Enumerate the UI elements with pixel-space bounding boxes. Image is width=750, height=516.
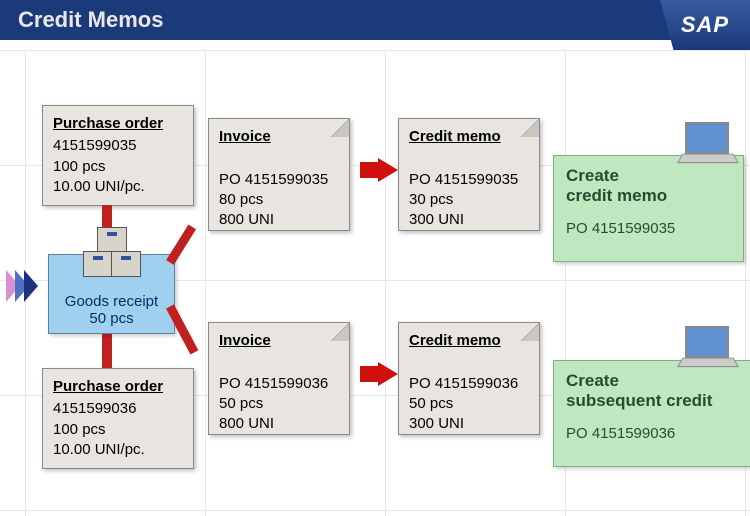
sap-logo: SAP (660, 0, 750, 50)
inv1-amount: 800 UNI (219, 211, 274, 228)
po1-qty: 100 pcs (53, 158, 106, 175)
cm1-amount: 300 UNI (409, 211, 464, 228)
po1-title: Purchase order (53, 114, 183, 134)
action2-line1: Create (566, 371, 741, 391)
inv1-po: PO 4151599035 (219, 171, 328, 188)
header-bar: Credit Memos SAP (0, 0, 750, 40)
cm2-po: PO 4151599036 (409, 375, 518, 392)
invoice-1-box: Invoice PO 4151599035 80 pcs 800 UNI (208, 118, 350, 231)
inv1-qty: 80 pcs (219, 191, 263, 208)
action2-po: PO 4151599036 (566, 425, 741, 442)
arrow-inv1-to-cm1 (378, 158, 398, 182)
page-title: Credit Memos (18, 7, 163, 33)
cm1-qty: 30 pcs (409, 191, 453, 208)
po1-number: 4151599035 (53, 137, 136, 154)
inv2-po: PO 4151599036 (219, 375, 328, 392)
inv2-title: Invoice (219, 331, 339, 351)
arrow-inv2-to-cm2 (378, 362, 398, 386)
laptop-icon (680, 326, 734, 366)
po2-qty: 100 pcs (53, 421, 106, 438)
gr-label: Goods receipt (65, 293, 158, 310)
inv2-amount: 800 UNI (219, 415, 274, 432)
cm2-qty: 50 pcs (409, 395, 453, 412)
process-chevrons-icon (6, 270, 54, 304)
purchase-order-2-box: Purchase order 4151599036 100 pcs 10.00 … (42, 368, 194, 469)
cm1-po: PO 4151599035 (409, 171, 518, 188)
invoice-2-box: Invoice PO 4151599036 50 pcs 800 UNI (208, 322, 350, 435)
crate-icon (81, 227, 143, 277)
inv2-qty: 50 pcs (219, 395, 263, 412)
po1-price: 10.00 UNI/pc. (53, 178, 145, 195)
credit-memo-1-box: Credit memo PO 4151599035 30 pcs 300 UNI (398, 118, 540, 231)
credit-memo-2-box: Credit memo PO 4151599036 50 pcs 300 UNI (398, 322, 540, 435)
cm1-title: Credit memo (409, 127, 529, 147)
po2-price: 10.00 UNI/pc. (53, 441, 145, 458)
create-subsequent-credit-box: Create subsequent credit PO 4151599036 (553, 360, 750, 467)
gr-qty: 50 pcs (89, 310, 133, 327)
cm2-amount: 300 UNI (409, 415, 464, 432)
po2-number: 4151599036 (53, 400, 136, 417)
laptop-icon (680, 122, 734, 162)
action1-line1: Create (566, 166, 731, 186)
action1-line2: credit memo (566, 186, 731, 206)
action2-line2: subsequent credit (566, 391, 741, 411)
action1-po: PO 4151599035 (566, 220, 731, 237)
create-credit-memo-box: Create credit memo PO 4151599035 (553, 155, 744, 262)
inv1-title: Invoice (219, 127, 339, 147)
purchase-order-1-box: Purchase order 4151599035 100 pcs 10.00 … (42, 105, 194, 206)
cm2-title: Credit memo (409, 331, 529, 351)
po2-title: Purchase order (53, 377, 183, 397)
goods-receipt-box: Goods receipt 50 pcs (48, 254, 175, 334)
